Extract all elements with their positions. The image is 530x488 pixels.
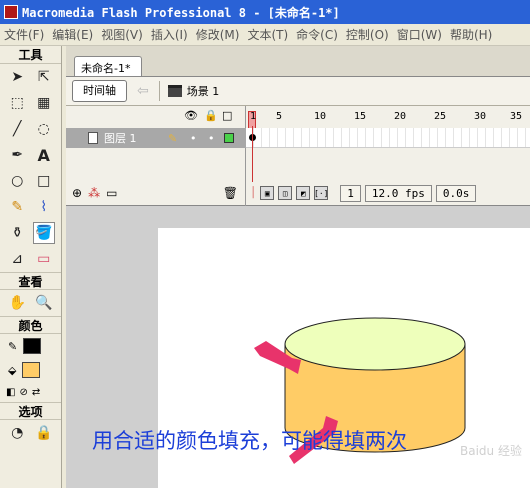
fill-color-swatch[interactable] [22,362,41,378]
toolbox-panel: 工具 ➤ ⇱ ⬚ ▦ ╱ ◌ ✒ A ○ □ ✎ ⌇ ⚱ 🪣 ⊿ ▭ 查看 ✋ … [0,46,62,488]
timeline-status-bar: ⏐ ▣ ◫ ◩ [·] 1 12.0 fps 0.0s [246,180,530,206]
subselection-tool-icon[interactable]: ⇱ [33,66,55,88]
lock-fill-icon[interactable]: 🔒 [33,422,55,444]
title-bar: Macromedia Flash Professional 8 - [未命名-1… [0,0,530,24]
text-tool-icon[interactable]: A [33,144,55,166]
delete-layer-icon[interactable]: 🗑 [223,186,238,200]
menu-modify[interactable]: 修改(M) [192,26,244,43]
edit-pencil-icon: ✎ [168,131,178,145]
add-guide-layer-icon[interactable]: ⁂ [88,186,100,200]
frame-rate-field[interactable]: 12.0 fps [364,184,432,202]
oval-tool-icon[interactable]: ○ [6,170,28,192]
ruler-mark: 35 [510,111,523,122]
modify-markers-icon[interactable]: [·] [314,186,328,200]
no-color-icon[interactable]: ⊘ [19,387,27,398]
visible-dot-icon[interactable]: • [190,132,197,145]
cylinder-top[interactable] [284,317,466,371]
pencil-tool-icon[interactable]: ✎ [6,196,28,218]
ruler-mark: 1 [250,111,257,122]
clapper-icon [167,85,182,97]
timeline-toggle-button[interactable]: 时间轴 [72,80,127,102]
watermark: Baidu 经验 [460,444,522,458]
menu-insert[interactable]: 插入(I) [147,26,192,43]
layer-row[interactable]: 图层 1 ✎ • • [66,128,246,148]
onion-skin-icon[interactable]: ▣ [260,186,275,200]
paint-bucket-tool-icon[interactable]: 🪣 [32,222,55,244]
eraser-tool-icon[interactable]: ▭ [33,248,55,270]
brush-tool-icon[interactable]: ⌇ [33,196,55,218]
menu-edit[interactable]: 编辑(E) [48,26,97,43]
window-title: Macromedia Flash Professional 8 - [未命名-1… [22,5,340,20]
menu-commands[interactable]: 命令(C) [292,26,342,43]
frame-row[interactable] [246,128,530,148]
insert-layer-icon[interactable]: ⊕ [72,186,82,200]
frames-area: 1 5 10 15 20 25 30 35 ⏐ ▣ ◫ ◩ [·] 1 12.0… [246,106,530,206]
back-arrow-icon[interactable]: ⇦ [137,83,149,99]
frame-ruler[interactable]: 1 5 10 15 20 25 30 35 [246,106,530,131]
layers-header: 👁 🔒 □ [66,106,245,128]
colors-heading: 颜色 [0,316,61,334]
eye-icon[interactable]: 👁 [184,109,198,122]
tools-heading: 工具 [0,46,61,64]
lock-icon[interactable]: 🔒 [204,109,218,122]
playhead-line [252,126,253,182]
document-tab[interactable]: 未命名-1* [74,56,142,76]
gradient-transform-tool-icon[interactable]: ▦ [33,92,55,114]
free-transform-tool-icon[interactable]: ⬚ [6,92,28,114]
menu-control[interactable]: 控制(O) [342,26,393,43]
view-heading: 查看 [0,272,61,290]
scene-label: 场景 1 [186,85,220,98]
edit-bar-divider [158,81,160,101]
outline-color-box[interactable] [224,133,234,143]
layer-icon [88,132,98,144]
scene-breadcrumb[interactable]: 场景 1 [167,83,220,99]
menu-bar: 文件(F) 编辑(E) 视图(V) 插入(I) 修改(M) 文本(T) 命令(C… [0,24,530,46]
hand-tool-icon[interactable]: ✋ [6,292,28,314]
layer-controls: ⊕ ⁂ ▭ 🗑 [66,180,246,206]
ruler-mark: 25 [434,111,447,122]
ruler-mark: 30 [474,111,487,122]
black-white-icon[interactable]: ◧ [6,387,15,398]
selection-tool-icon[interactable]: ➤ [6,66,28,88]
options-heading: 选项 [0,402,61,420]
gap-size-icon[interactable]: ◔ [6,422,28,444]
ruler-mark: 10 [314,111,327,122]
document-window: 未命名-1* 时间轴 ⇦ 场景 1 👁 🔒 □ 图层 1 ✎ • • ⊕ ⁂ ▭… [66,46,530,488]
ruler-mark: 15 [354,111,367,122]
current-frame-field: 1 [340,184,361,202]
rectangle-tool-icon[interactable]: □ [33,170,55,192]
menu-window[interactable]: 窗口(W) [393,26,446,43]
menu-view[interactable]: 视图(V) [97,26,147,43]
edit-bar: 时间轴 ⇦ 场景 1 [66,76,530,106]
lasso-tool-icon[interactable]: ◌ [33,118,55,140]
ink-bottle-tool-icon[interactable]: ⚱ [6,222,28,244]
flash-app-icon [4,5,18,19]
insert-folder-icon[interactable]: ▭ [106,186,117,200]
center-frame-icon[interactable]: ⏐ [250,186,256,200]
onion-outline-icon[interactable]: ◫ [278,186,293,200]
outline-icon[interactable]: □ [222,109,232,122]
stroke-color-swatch[interactable] [23,338,42,354]
stroke-color-icon: ✎ [8,339,18,353]
menu-file[interactable]: 文件(F) [0,26,48,43]
zoom-tool-icon[interactable]: 🔍 [33,292,55,314]
line-tool-icon[interactable]: ╱ [6,118,28,140]
elapsed-time-field: 0.0s [435,184,477,202]
layer-name: 图层 1 [104,132,137,145]
ruler-mark: 5 [276,111,283,122]
lock-dot-icon[interactable]: • [208,132,215,145]
menu-help[interactable]: 帮助(H) [446,26,496,43]
edit-multiple-frames-icon[interactable]: ◩ [296,186,311,200]
menu-text[interactable]: 文本(T) [243,26,292,43]
fill-color-icon: ⬙ [8,363,17,377]
layers-column: 👁 🔒 □ 图层 1 ✎ • • ⊕ ⁂ ▭ 🗑 [66,106,246,206]
ruler-mark: 20 [394,111,407,122]
timeline-panel: 👁 🔒 □ 图层 1 ✎ • • ⊕ ⁂ ▭ 🗑 1 5 10 15 20 25… [66,106,530,206]
instruction-caption: 用合适的颜色填充，可能得填两次 [92,429,407,453]
swap-colors-icon[interactable]: ⇄ [32,387,40,398]
pen-tool-icon[interactable]: ✒ [6,144,28,166]
eyedropper-tool-icon[interactable]: ⊿ [6,248,28,270]
